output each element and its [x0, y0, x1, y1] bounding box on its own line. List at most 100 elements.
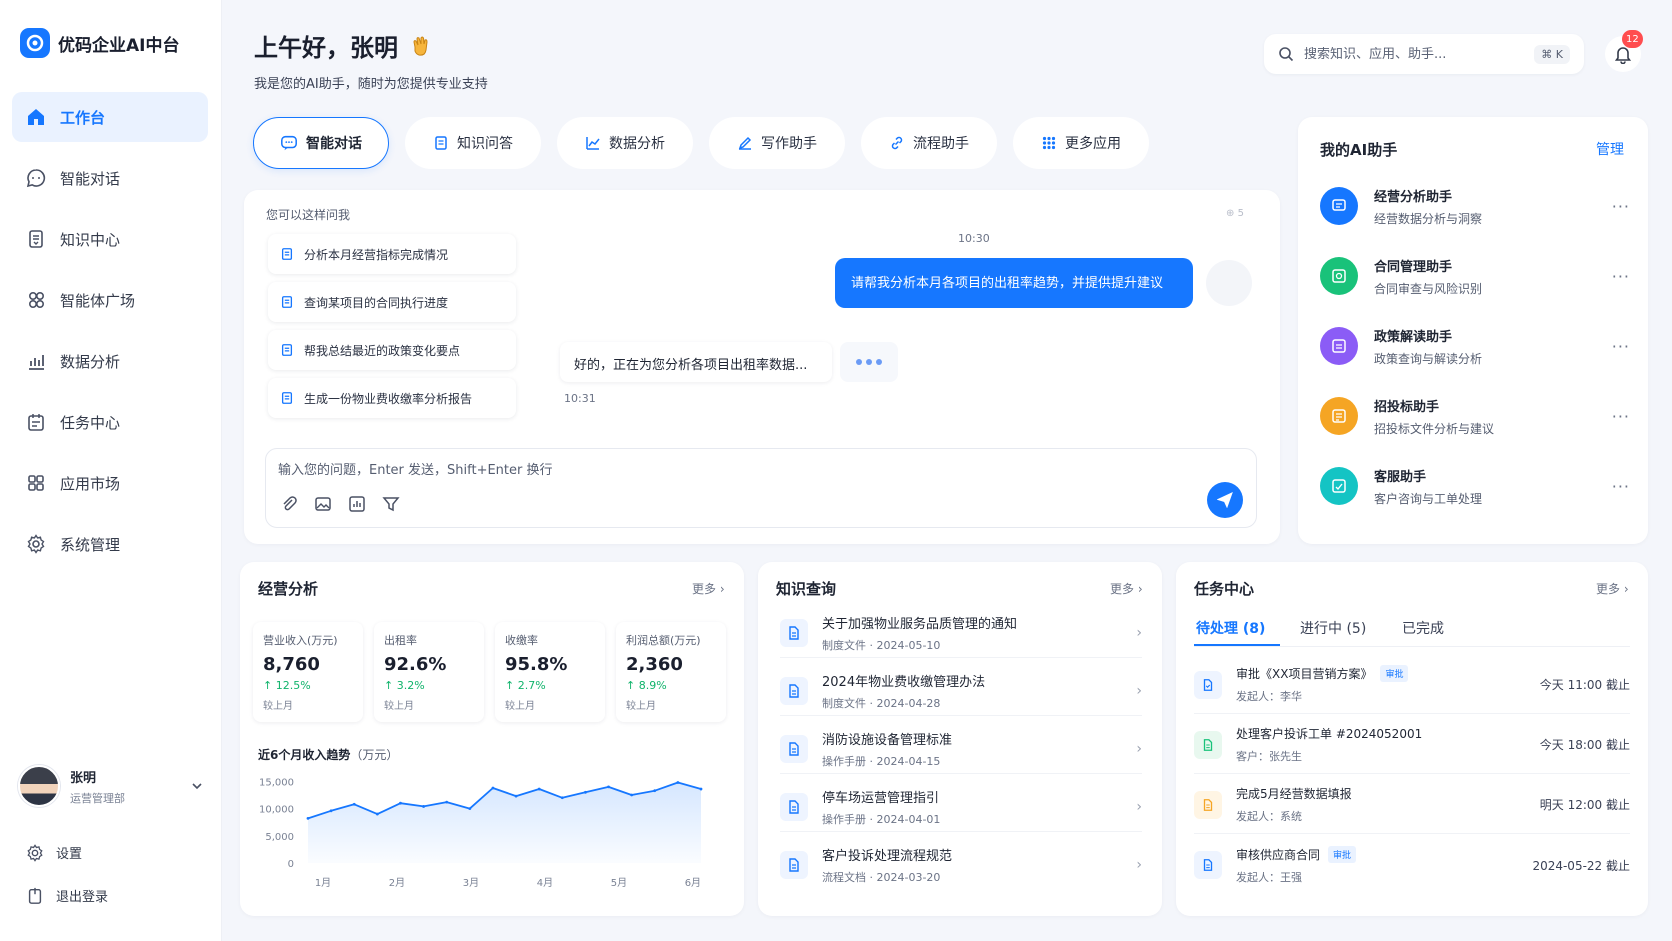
more-link[interactable]: 更多 › [1596, 580, 1629, 597]
tab-smart-chat[interactable]: 智能对话 [253, 117, 389, 169]
suggestion-text: 帮我总结最近的政策变化要点 [304, 343, 461, 358]
data-point [329, 809, 333, 813]
more-options-icon[interactable]: ··· [1612, 197, 1630, 216]
chart-icon[interactable] [348, 495, 366, 513]
task-due: 今天 11:00 截止 [1539, 678, 1630, 692]
task-title: 处理客户投诉工单 #2024052001 [1236, 727, 1423, 741]
more-options-icon[interactable]: ··· [1612, 267, 1630, 286]
sidebar-item-tasks[interactable]: 任务中心 [12, 397, 208, 447]
sidebar-item-system[interactable]: 系统管理 [12, 519, 208, 569]
tab-workflow[interactable]: 流程助手 [861, 117, 997, 169]
tab-label: 写作助手 [761, 136, 817, 152]
contract-icon [1194, 851, 1222, 879]
tab-more-apps[interactable]: 更多应用 [1013, 117, 1149, 169]
chat-input[interactable] [278, 459, 1178, 483]
sidebar-item-agents[interactable]: 智能体广场 [12, 275, 208, 325]
sidebar-item-chat[interactable]: 智能对话 [12, 153, 208, 203]
gear-icon [27, 843, 43, 862]
assistant-name: 政策解读助手 [1374, 329, 1453, 345]
policy-assistant-icon [1320, 327, 1358, 365]
task-meta: 发起人：王强 [1236, 870, 1302, 884]
sidebar-item-label: 知识中心 [60, 230, 121, 249]
task-item[interactable]: 审批《XX项目营销方案》 审批 发起人：李华 今天 11:00 截止 [1194, 656, 1630, 714]
sidebar-item-knowledge[interactable]: 知识中心 [12, 214, 208, 264]
task-title: 完成5月经营数据填报 [1236, 787, 1352, 801]
y-tick-label: 10,000 [259, 805, 294, 816]
assistant-name: 合同管理助手 [1374, 259, 1453, 275]
greeting-text: 上午好，张明 [254, 34, 398, 62]
assistant-item[interactable]: 经营分析助手 经营数据分析与洞察 ··· [1320, 181, 1630, 231]
document-item[interactable]: 停车场运营管理指引 操作手册 · 2024-04-01 › [780, 782, 1142, 832]
section-title: 任务中心 [1194, 580, 1255, 598]
global-search[interactable]: ⌘ K [1264, 34, 1584, 74]
filter-icon[interactable] [382, 495, 400, 513]
more-link[interactable]: 更多 › [1110, 580, 1143, 597]
task-item[interactable]: 完成5月经营数据填报 发起人：系统 明天 12:00 截止 [1194, 776, 1630, 834]
suggestion-item[interactable]: 帮我总结最近的政策变化要点 [268, 330, 516, 370]
brand[interactable]: 优码企业AI中台 [20, 28, 179, 58]
suggestion-item[interactable]: 查询某项目的合同执行进度 [268, 282, 516, 322]
sidebar-item-appstore[interactable]: 应用市场 [12, 458, 208, 508]
data-point [560, 796, 564, 800]
document-item[interactable]: 客户投诉处理流程规范 流程文档 · 2024-03-20 › [780, 840, 1142, 890]
kpi-sub: 较上月 [505, 701, 535, 712]
typing-indicator [840, 342, 898, 382]
assistant-item[interactable]: 客服助手 客户咨询与工单处理 ··· [1320, 461, 1630, 511]
task-item[interactable]: 审核供应商合同 审批 发起人：王强 2024-05-22 截止 [1194, 836, 1630, 894]
kpi-card: 收缴率 95.8% ↑ 2.7% 较上月 [495, 622, 605, 722]
sidebar-item-workbench[interactable]: 工作台 [12, 92, 208, 142]
section-title: 知识查询 [776, 580, 837, 598]
document-icon [780, 792, 808, 821]
trend-title: 近6个月收入趋势（万元） [258, 748, 399, 762]
more-link[interactable]: 更多 › [692, 580, 725, 597]
chevron-right-icon: › [1136, 740, 1142, 757]
sidebar-item-label: 工作台 [60, 108, 106, 127]
image-icon[interactable] [314, 495, 332, 513]
logout-label: 退出登录 [56, 890, 109, 905]
document-item[interactable]: 2024年物业费收缴管理办法 制度文件 · 2024-04-28 › [780, 666, 1142, 716]
assistant-item[interactable]: 招投标助手 招投标文件分析与建议 ··· [1320, 391, 1630, 441]
tab-data-analysis[interactable]: 数据分析 [557, 117, 693, 169]
logout-link[interactable]: 退出登录 [26, 886, 108, 905]
user-profile[interactable]: 张明 运营管理部 [18, 758, 204, 814]
document-title: 2024年物业费收缴管理办法 [822, 674, 986, 690]
tab-knowledge-qa[interactable]: 知识问答 [405, 117, 541, 169]
bidding-assistant-icon [1320, 397, 1358, 435]
manage-assistants-link[interactable]: 管理 [1596, 139, 1624, 159]
kpi-change: ↑ 3.2% [384, 679, 425, 692]
document-item[interactable]: 消防设施设备管理标准 操作手册 · 2024-04-15 › [780, 724, 1142, 774]
send-button[interactable] [1207, 482, 1243, 518]
tab-completed[interactable]: 已完成 [1402, 618, 1444, 638]
chevron-down-icon[interactable] [190, 779, 204, 793]
document-title: 停车场运营管理指引 [822, 790, 940, 806]
sidebar-item-analytics[interactable]: 数据分析 [12, 336, 208, 386]
tab-divider [1194, 646, 1630, 647]
pen-icon [738, 136, 752, 150]
line-chart-icon [586, 137, 600, 150]
task-meta: 客户：张先生 [1236, 750, 1302, 763]
assistant-item[interactable]: 政策解读助手 政策查询与解读分析 ··· [1320, 321, 1630, 371]
chevron-right-icon: › [1136, 857, 1142, 873]
search-input[interactable] [1304, 46, 1525, 62]
assistant-desc: 客户咨询与工单处理 [1374, 491, 1483, 506]
assistant-item[interactable]: 合同管理助手 合同审查与风险识别 ··· [1320, 251, 1630, 301]
kpi-value: 8,760 [263, 654, 320, 675]
sidebar-nav: 工作台 智能对话 知识中心 智能体广场 数据分析 任务中心 应用市场 系统管理 [12, 92, 208, 580]
settings-link[interactable]: 设置 [26, 843, 82, 862]
attachment-icon[interactable] [280, 495, 298, 513]
suggestion-text: 查询某项目的合同执行进度 [304, 295, 449, 310]
tab-in-progress[interactable]: 进行中 (5) [1300, 618, 1366, 638]
tab-pending[interactable]: 待处理 (8) [1196, 618, 1265, 638]
suggestion-item[interactable]: 生成一份物业费收缴率分析报告 [268, 378, 516, 418]
more-options-icon[interactable]: ··· [1612, 337, 1630, 356]
document-item[interactable]: 关于加强物业服务品质管理的通知 制度文件 · 2024-05-10 › [780, 608, 1142, 658]
data-point [422, 805, 425, 808]
document-meta: 制度文件 · 2024-05-10 [822, 638, 941, 652]
suggestion-item[interactable]: 分析本月经营指标完成情况 [268, 234, 516, 274]
tab-writing[interactable]: 写作助手 [709, 117, 845, 169]
data-point [491, 786, 495, 790]
kpi-card: 利润总额(万元) 2,360 ↑ 8.9% 较上月 [616, 622, 726, 722]
task-item[interactable]: 处理客户投诉工单 #2024052001 客户：张先生 今天 18:00 截止 [1194, 716, 1630, 774]
more-options-icon[interactable]: ··· [1612, 407, 1630, 426]
more-options-icon[interactable]: ··· [1612, 477, 1630, 496]
